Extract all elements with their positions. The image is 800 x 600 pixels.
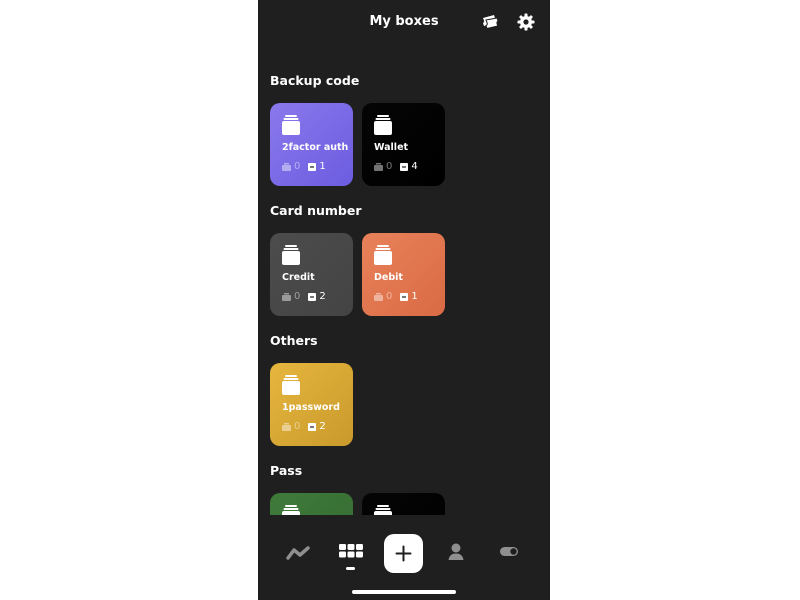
box-card[interactable]: 2factor auth 0 1 — [270, 103, 353, 186]
boxes-grid-icon[interactable] — [333, 534, 369, 570]
box-stats: 0 4 — [374, 161, 418, 172]
entry-icon — [308, 422, 317, 431]
box-name: 1password — [282, 402, 340, 413]
entry-count: 4 — [411, 161, 418, 172]
box-name: 2factor auth — [282, 142, 349, 153]
entry-icon — [400, 292, 409, 301]
box-icon — [374, 115, 392, 135]
item-icon — [374, 162, 383, 171]
app-screen: My boxes Backup code 2factor auth 0 1 Wa… — [258, 0, 550, 600]
item-count: 0 — [386, 291, 393, 302]
box-stats: 0 2 — [282, 291, 326, 302]
header: My boxes — [258, 0, 550, 46]
item-count: 0 — [294, 161, 301, 172]
box-icon — [282, 115, 300, 135]
section-others: Others 1password 0 2 — [258, 320, 550, 450]
box-stats: 0 1 — [374, 291, 418, 302]
entry-count: 2 — [319, 291, 326, 302]
box-name: Wallet — [374, 142, 409, 153]
section-title: Pass — [270, 463, 303, 478]
item-icon — [374, 292, 383, 301]
section-backup-code: Backup code 2factor auth 0 1 Wallet 0 4 — [258, 60, 550, 190]
toggle-icon[interactable] — [491, 534, 527, 570]
section-title: Others — [270, 333, 318, 348]
box-icon — [282, 505, 300, 515]
page-title: My boxes — [369, 14, 439, 29]
item-icon — [282, 292, 291, 301]
item-count: 0 — [294, 291, 301, 302]
box-icon — [374, 245, 392, 265]
profile-icon[interactable] — [438, 534, 474, 570]
entry-icon — [308, 162, 317, 171]
section-title: Backup code — [270, 73, 360, 88]
item-icon — [282, 162, 291, 171]
active-tab-indicator — [346, 567, 355, 570]
entry-count: 1 — [411, 291, 418, 302]
box-card[interactable] — [270, 493, 353, 515]
entry-icon — [308, 292, 317, 301]
box-card[interactable]: Wallet 0 4 — [362, 103, 445, 186]
item-icon — [282, 422, 291, 431]
box-icon — [374, 505, 392, 515]
entry-icon — [400, 162, 409, 171]
box-card[interactable]: Debit 0 1 — [362, 233, 445, 316]
add-button[interactable] — [384, 534, 423, 573]
section-pass: Pass — [258, 450, 550, 515]
tab-bar — [258, 528, 550, 578]
item-count: 0 — [386, 161, 393, 172]
box-name: Debit — [374, 272, 403, 283]
box-card[interactable]: Credit 0 2 — [270, 233, 353, 316]
add-icon — [395, 545, 412, 562]
item-count: 0 — [294, 421, 301, 432]
box-stats: 0 1 — [282, 161, 326, 172]
entry-count: 1 — [319, 161, 326, 172]
home-indicator[interactable] — [352, 590, 456, 594]
box-name: Credit — [282, 272, 315, 283]
box-card[interactable] — [362, 493, 445, 515]
section-title: Card number — [270, 203, 362, 218]
box-stats: 0 2 — [282, 421, 326, 432]
section-card-number: Card number Credit 0 2 Debit 0 1 — [258, 190, 550, 320]
boxes-list[interactable]: Backup code 2factor auth 0 1 Wallet 0 4 … — [258, 60, 550, 515]
tickets-icon[interactable] — [480, 12, 500, 32]
activity-icon[interactable] — [280, 534, 316, 570]
entry-count: 2 — [319, 421, 326, 432]
box-card[interactable]: 1password 0 2 — [270, 363, 353, 446]
box-icon — [282, 245, 300, 265]
gear-icon[interactable] — [516, 12, 536, 32]
box-icon — [282, 375, 300, 395]
